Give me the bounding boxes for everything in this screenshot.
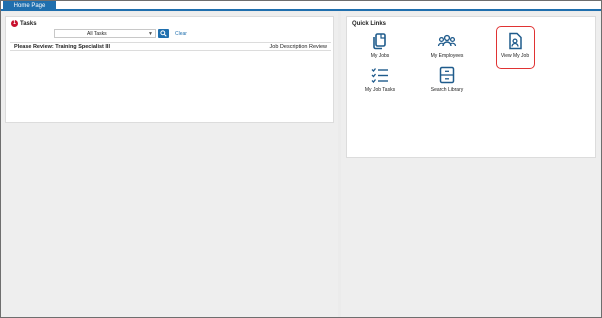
quick-link-label: View My Job	[500, 53, 530, 59]
task-type: Job Description Review	[269, 44, 327, 50]
quick-link-search-library[interactable]: Search Library	[422, 62, 472, 102]
quick-link-my-job-tasks[interactable]: My Job Tasks	[355, 62, 405, 102]
quick-link-label: My Jobs	[370, 53, 390, 59]
quick-link-label: Search Library	[430, 87, 464, 93]
tasks-panel: 1 Tasks All Tasks ▼ Clear Please Review:…	[5, 16, 334, 123]
search-icon	[160, 30, 167, 37]
task-filter-select[interactable]: All Tasks ▼	[54, 29, 156, 38]
quick-links-title: Quick Links	[352, 21, 387, 27]
documents-icon	[373, 33, 386, 50]
quick-link-view-my-job[interactable]: View My Job	[490, 28, 540, 68]
search-button[interactable]	[158, 29, 169, 38]
chevron-down-icon: ▼	[148, 31, 153, 37]
tab-bar: Home Page	[1, 1, 601, 11]
tasks-count-badge: 1	[11, 20, 18, 27]
quick-link-label: My Employees	[430, 53, 464, 59]
tab-home-page[interactable]: Home Page	[3, 1, 56, 11]
task-filter-value: All Tasks	[87, 31, 107, 37]
person-document-icon	[509, 32, 522, 50]
task-row[interactable]: Please Review: Training Specialist III J…	[10, 42, 331, 51]
checklist-icon	[371, 68, 388, 83]
clear-link[interactable]: Clear	[175, 31, 187, 37]
task-name[interactable]: Please Review: Training Specialist III	[14, 43, 110, 51]
tasks-title: Tasks	[20, 21, 37, 27]
library-icon	[439, 66, 455, 84]
people-icon	[437, 34, 457, 47]
quick-link-label: My Job Tasks	[364, 87, 396, 93]
